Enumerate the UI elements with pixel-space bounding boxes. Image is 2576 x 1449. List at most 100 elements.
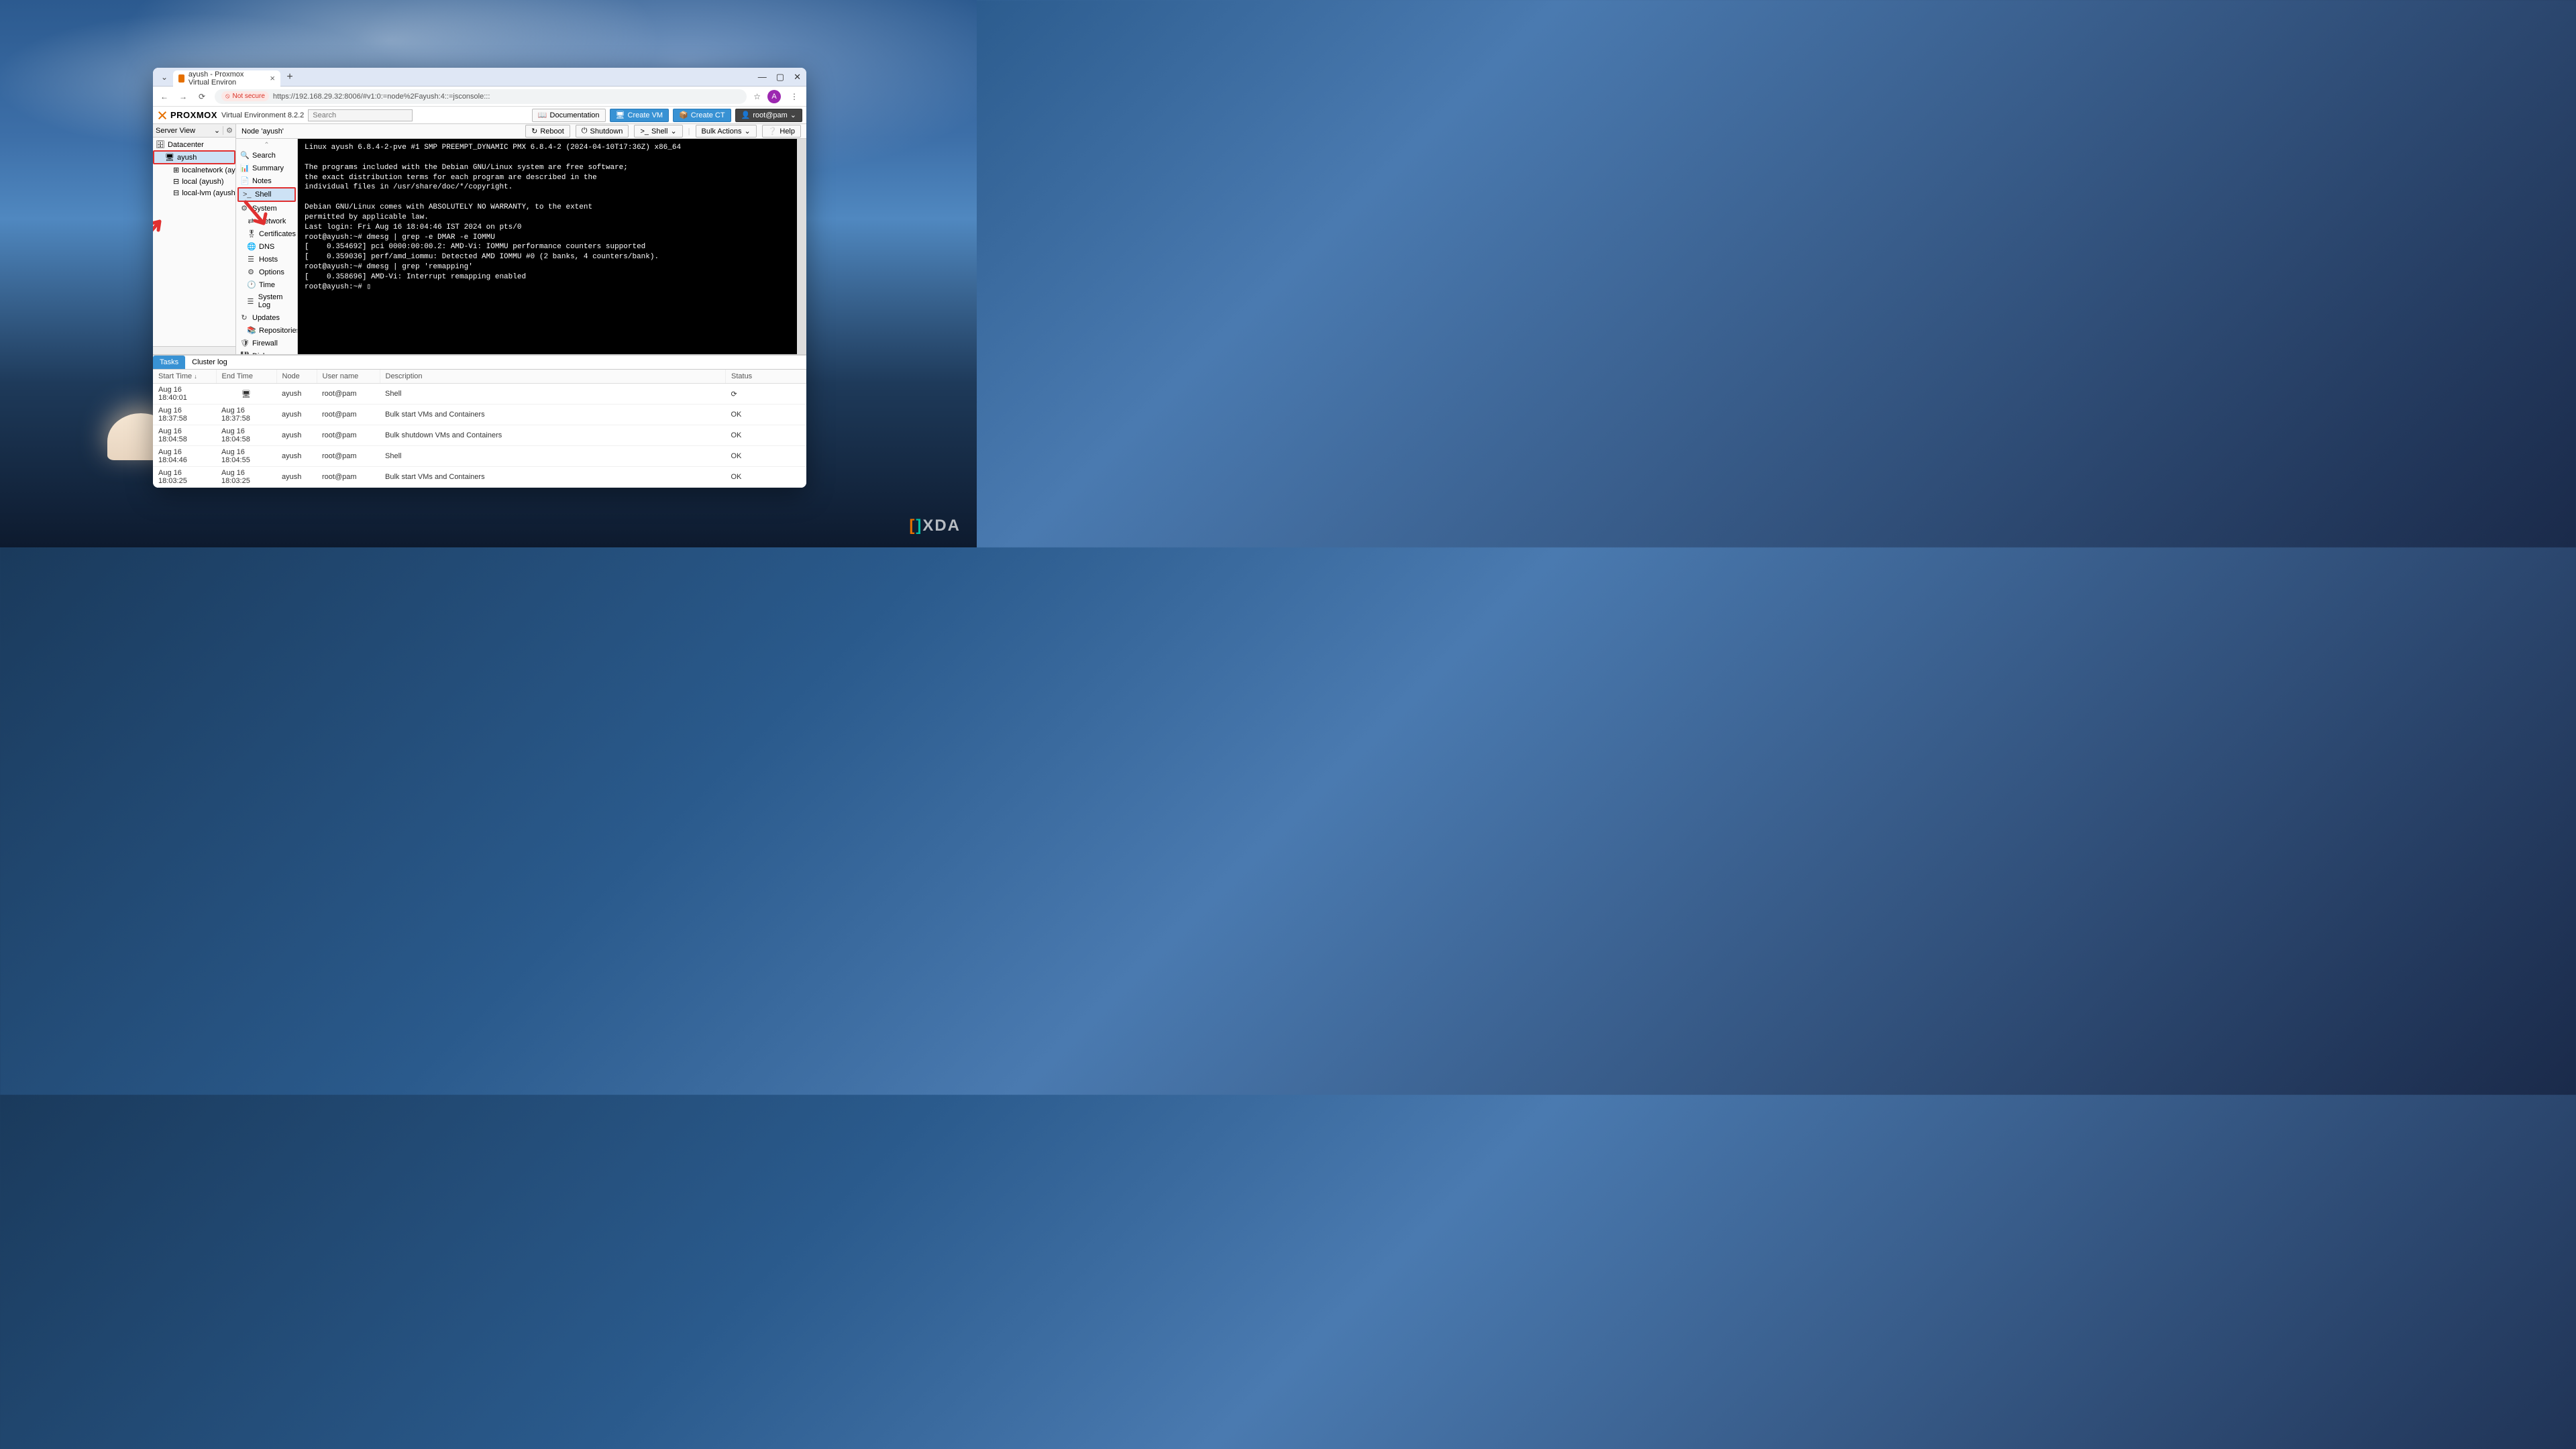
user-menu-button[interactable]: 👤 root@pam ⌄ [735,109,802,122]
terminal-icon: >_ [243,191,251,199]
notes-icon: 📄 [240,176,248,185]
sidebar-hosts[interactable]: ☰Hosts [236,253,297,266]
reload-icon[interactable]: ⟳ [196,91,208,103]
terminal-scrollbar[interactable] [797,139,806,354]
security-badge[interactable]: ⦸ Not secure [221,91,269,101]
create-ct-button[interactable]: 📦 Create CT [673,109,731,122]
reboot-button[interactable]: ↻ Reboot [525,125,570,138]
sidebar-repositories[interactable]: 📚Repositories [236,324,297,337]
help-button[interactable]: ❔ Help [762,125,801,138]
maximize-icon[interactable]: ▢ [776,72,784,83]
shell-dropdown-button[interactable]: >_ Shell ⌄ [634,125,682,138]
bookmark-icon[interactable]: ☆ [753,92,761,101]
gear-icon[interactable]: ⚙ [223,126,233,135]
minimize-icon[interactable]: — [758,72,767,83]
col-start-time[interactable]: Start Time ↓ [153,370,216,384]
url-input[interactable]: ⦸ Not secure https://192.168.29.32:8006/… [215,89,747,104]
tab-dropdown-icon[interactable]: ⌄ [158,71,170,83]
browser-menu-icon[interactable]: ⋮ [788,92,801,101]
globe-icon: 🌐 [247,242,255,251]
shutdown-button[interactable]: ⏻ Shutdown [576,125,629,138]
main-layout: Server View ⌄ ⚙ 🗄 Datacenter 🖥 ayush ⊞ l… [153,124,806,354]
new-tab-button[interactable]: + [283,70,297,84]
sidebar-system[interactable]: ⚙System [236,202,297,215]
tree-scrollbar[interactable] [153,346,235,354]
col-user[interactable]: User name [317,370,380,384]
proxmox-header: PROXMOX Virtual Environment 8.2.2 📖 Docu… [153,107,806,124]
sidebar-firewall[interactable]: 🛡Firewall [236,337,297,350]
col-node[interactable]: Node [276,370,317,384]
clock-icon: 🕐 [247,280,255,289]
proxmox-logo[interactable]: PROXMOX [157,110,217,121]
repo-icon: 📚 [247,326,255,335]
global-search-input[interactable] [308,109,413,121]
sidebar-syslog[interactable]: ☰System Log [236,291,297,311]
forward-icon[interactable]: → [177,91,189,103]
tree-local[interactable]: ⊟ local (ayush) [153,176,235,187]
scroll-up-icon[interactable]: ⌃ [236,142,297,149]
list-icon: ☰ [247,297,254,306]
task-row[interactable]: Aug 16 18:37:58Aug 16 18:37:58ayushroot@… [153,405,806,425]
cogs-icon: ⚙ [240,204,248,213]
tab-title: ayush - Proxmox Virtual Environ [189,70,266,87]
tree-datacenter[interactable]: 🗄 Datacenter [153,139,235,150]
proxmox-favicon-icon [178,74,184,83]
version-label: Virtual Environment 8.2.2 [221,111,304,119]
search-icon: 🔍 [240,151,248,160]
col-description[interactable]: Description [380,370,726,384]
profile-avatar[interactable]: A [767,90,781,103]
browser-titlebar: ⌄ ayush - Proxmox Virtual Environ × + — … [153,68,806,87]
node-title: Node 'ayush' [241,127,520,136]
sidebar-options[interactable]: ⚙Options [236,266,297,278]
sidebar-summary[interactable]: 📊Summary [236,162,297,174]
sidebar-notes[interactable]: 📄Notes [236,174,297,187]
disk-icon: 💾 [240,352,248,354]
tab-cluster-log[interactable]: Cluster log [185,356,234,369]
tab-tasks[interactable]: Tasks [153,356,185,369]
chevron-down-icon[interactable]: ⌄ [214,126,220,135]
node-toolbar: Node 'ayush' ↻ Reboot ⏻ Shutdown >_ Shel… [236,124,806,139]
sidebar-time[interactable]: 🕐Time [236,278,297,291]
certificate-icon: 🎖 [247,229,255,238]
shell-terminal[interactable]: Linux ayush 6.8.4-2-pve #1 SMP PREEMPT_D… [298,139,797,354]
view-selector[interactable]: Server View [156,127,214,135]
tree-local-lvm[interactable]: ⊟ local-lvm (ayush) [153,187,235,199]
hosts-icon: ☰ [247,255,255,264]
close-icon[interactable]: ✕ [794,72,801,83]
task-log-panel: Tasks Cluster log Start Time ↓ End Time … [153,354,806,488]
task-row[interactable]: Aug 16 18:40:01🖥ayushroot@pamShell⟳ [153,384,806,405]
proxmox-logo-icon [157,110,168,121]
url-text: https://192.168.29.32:8006/#v1:0:=node%2… [273,93,490,101]
node-sidebar: ⌃ 🔍Search 📊Summary 📄Notes >_Shell ⚙Syste… [236,139,298,354]
task-row[interactable]: Aug 16 18:04:46Aug 16 18:04:55ayushroot@… [153,446,806,467]
sidebar-shell[interactable]: >_Shell [237,187,296,202]
sidebar-search[interactable]: 🔍Search [236,149,297,162]
sidebar-dns[interactable]: 🌐DNS [236,240,297,253]
browser-window: ⌄ ayush - Proxmox Virtual Environ × + — … [153,68,806,488]
task-row[interactable]: Aug 16 18:03:25Aug 16 18:03:25ayushroot@… [153,467,806,488]
shield-icon: 🛡 [240,339,248,347]
bulk-actions-button[interactable]: Bulk Actions ⌄ [696,125,757,138]
task-table: Start Time ↓ End Time Node User name Des… [153,370,806,488]
tree-node-ayush[interactable]: 🖥 ayush [153,150,235,164]
back-icon[interactable]: ← [158,91,170,103]
warning-icon: ⦸ [225,93,230,100]
task-row[interactable]: Aug 16 18:04:58Aug 16 18:04:58ayushroot@… [153,425,806,446]
documentation-button[interactable]: 📖 Documentation [532,109,606,122]
tree-localnetwork[interactable]: ⊞ localnetwork (ayush) [153,164,235,176]
sidebar-certificates[interactable]: 🎖Certificates [236,227,297,240]
center-panel: Node 'ayush' ↻ Reboot ⏻ Shutdown >_ Shel… [236,124,806,354]
chart-icon: 📊 [240,164,248,172]
sidebar-updates[interactable]: ↻Updates [236,311,297,324]
browser-tab[interactable]: ayush - Proxmox Virtual Environ × [173,70,280,87]
gear-icon: ⚙ [247,268,255,276]
xda-watermark: []XDA [909,517,961,535]
close-tab-icon[interactable]: × [270,73,275,83]
refresh-icon: ↻ [240,313,248,322]
sidebar-network[interactable]: ⇄Network [236,215,297,227]
col-status[interactable]: Status [726,370,806,384]
browser-addressbar: ← → ⟳ ⦸ Not secure https://192.168.29.32… [153,87,806,107]
col-end-time[interactable]: End Time [216,370,276,384]
sidebar-disks[interactable]: 💾Disks [236,350,297,354]
create-vm-button[interactable]: 🖥 Create VM [610,109,669,122]
